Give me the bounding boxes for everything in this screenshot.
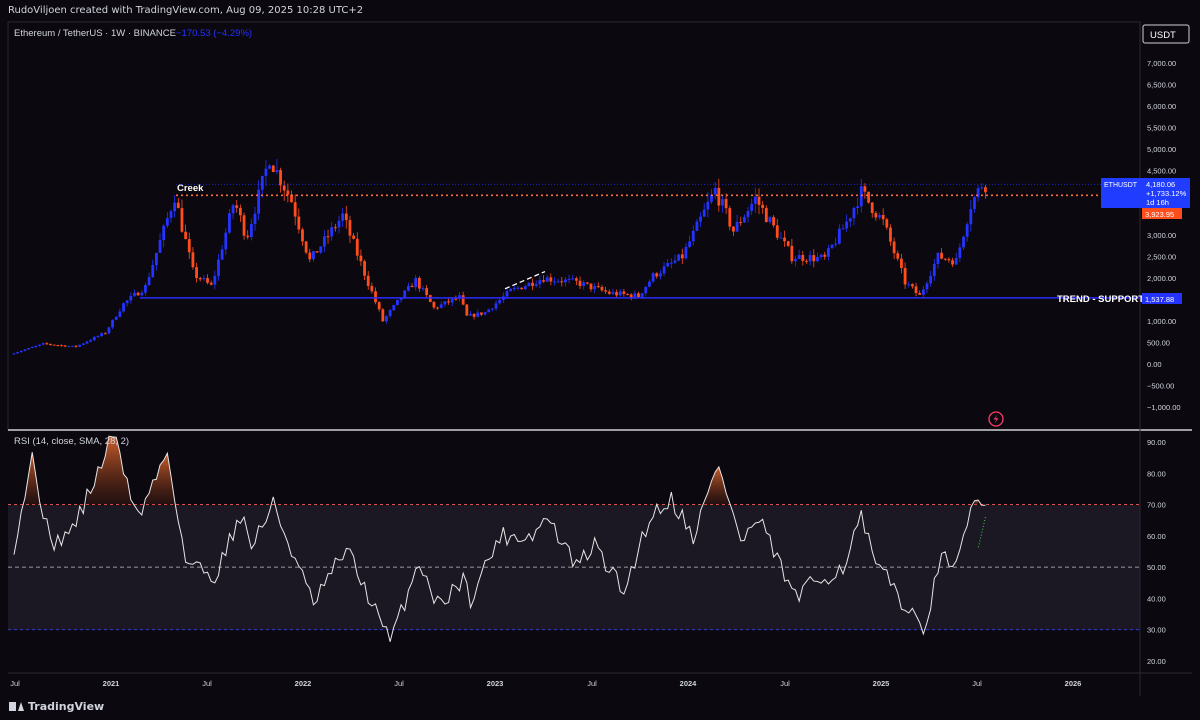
price-tick-label: 7,000.00 [1147,59,1176,68]
rsi-tick-label: 30.00 [1147,626,1166,635]
rsi-title: RSI (14, close, SMA, 28, 2) [14,436,129,447]
candle [271,164,275,173]
rsi-axis: 90.00 80.00 70.00 60.00 50.00 40.00 30.00 20.00 [1147,438,1166,666]
time-tick-label: Jul [587,679,597,688]
time-tick-label: 2025 [873,679,890,688]
rsi-tick-label: 20.00 [1147,657,1166,666]
time-axis: Jul 2021 Jul 2022 Jul 2023 Jul 2024 Jul 2025 Jul 20… [10,679,1081,688]
price-tick-label: 5,000.00 [1147,145,1176,154]
time-tick-label: 2024 [680,679,698,688]
support-price-value: 1,537.88 [1145,295,1174,304]
price-tick-label: −1,000.00 [1147,403,1181,412]
last-price-symbol: ETHUSDT [1104,182,1138,189]
time-tick-label: Jul [10,679,20,688]
last-price-countdown: 1d 16h [1146,198,1169,207]
candle [381,308,385,322]
eth-weekly-chart[interactable]: 7,000.00 6,500.00 6,000.00 5,500.00 5,000.00… [0,0,1200,720]
price-tick-label: 6,000.00 [1147,102,1176,111]
price-tick-label: 2,000.00 [1147,274,1176,283]
rsi-tick-label: 80.00 [1147,469,1166,478]
last-price-value: 4,180.06 [1146,180,1175,189]
price-tick-label: 5,500.00 [1147,124,1176,133]
tradingview-logo[interactable]: TradingView [9,700,104,713]
candle [396,299,399,306]
candle [651,271,655,284]
bottom-bar: TradingView [0,696,1200,720]
price-tick-label: 6,500.00 [1147,81,1176,90]
tradingview-brand: TradingView [28,700,105,713]
candle [304,240,308,255]
candle [867,191,870,204]
support-label: TREND - SUPPORT [1057,294,1144,305]
creek-price-value: 3,923.95 [1145,210,1174,219]
price-tick-label: 3,000.00 [1147,231,1176,240]
price-pane[interactable] [7,21,1141,431]
candle [677,254,681,262]
candle [315,251,319,253]
symbol-change: −170.53 (−4.29%) [176,28,252,39]
time-tick-label: 2023 [487,679,504,688]
time-tick-label: Jul [394,679,404,688]
rsi-tick-label: 70.00 [1147,501,1166,510]
price-tick-label: 1,000.00 [1147,317,1176,326]
price-tick-label: 4,500.00 [1147,167,1176,176]
candle [122,302,125,313]
price-tick-label: 2,500.00 [1147,253,1176,262]
creek-label: Creek [177,183,204,194]
candle [465,304,469,316]
rsi-tick-label: 60.00 [1147,532,1166,541]
time-tick-label: Jul [780,679,790,688]
time-tick-label: Jul [202,679,212,688]
time-tick-label: 2022 [295,679,312,688]
symbol-title: Ethereum / TetherUS · 1W · BINANCE [14,28,176,39]
price-tick-label: 0.00 [1147,360,1162,369]
candle [527,282,531,287]
currency-label[interactable]: USDT [1150,30,1176,41]
time-tick-label: 2021 [103,679,120,688]
rsi-tick-label: 50.00 [1147,563,1166,572]
time-tick-label: 2026 [1065,679,1082,688]
rsi-tick-label: 90.00 [1147,438,1166,447]
candle [70,345,74,347]
tradingview-logo-icon [9,702,24,711]
time-tick-label: Jul [972,679,982,688]
last-price-change: +1,733.12% [1146,189,1187,198]
price-tick-label: 500.00 [1147,339,1170,348]
price-tick-label: −500.00 [1147,382,1174,391]
rsi-tick-label: 40.00 [1147,594,1166,603]
